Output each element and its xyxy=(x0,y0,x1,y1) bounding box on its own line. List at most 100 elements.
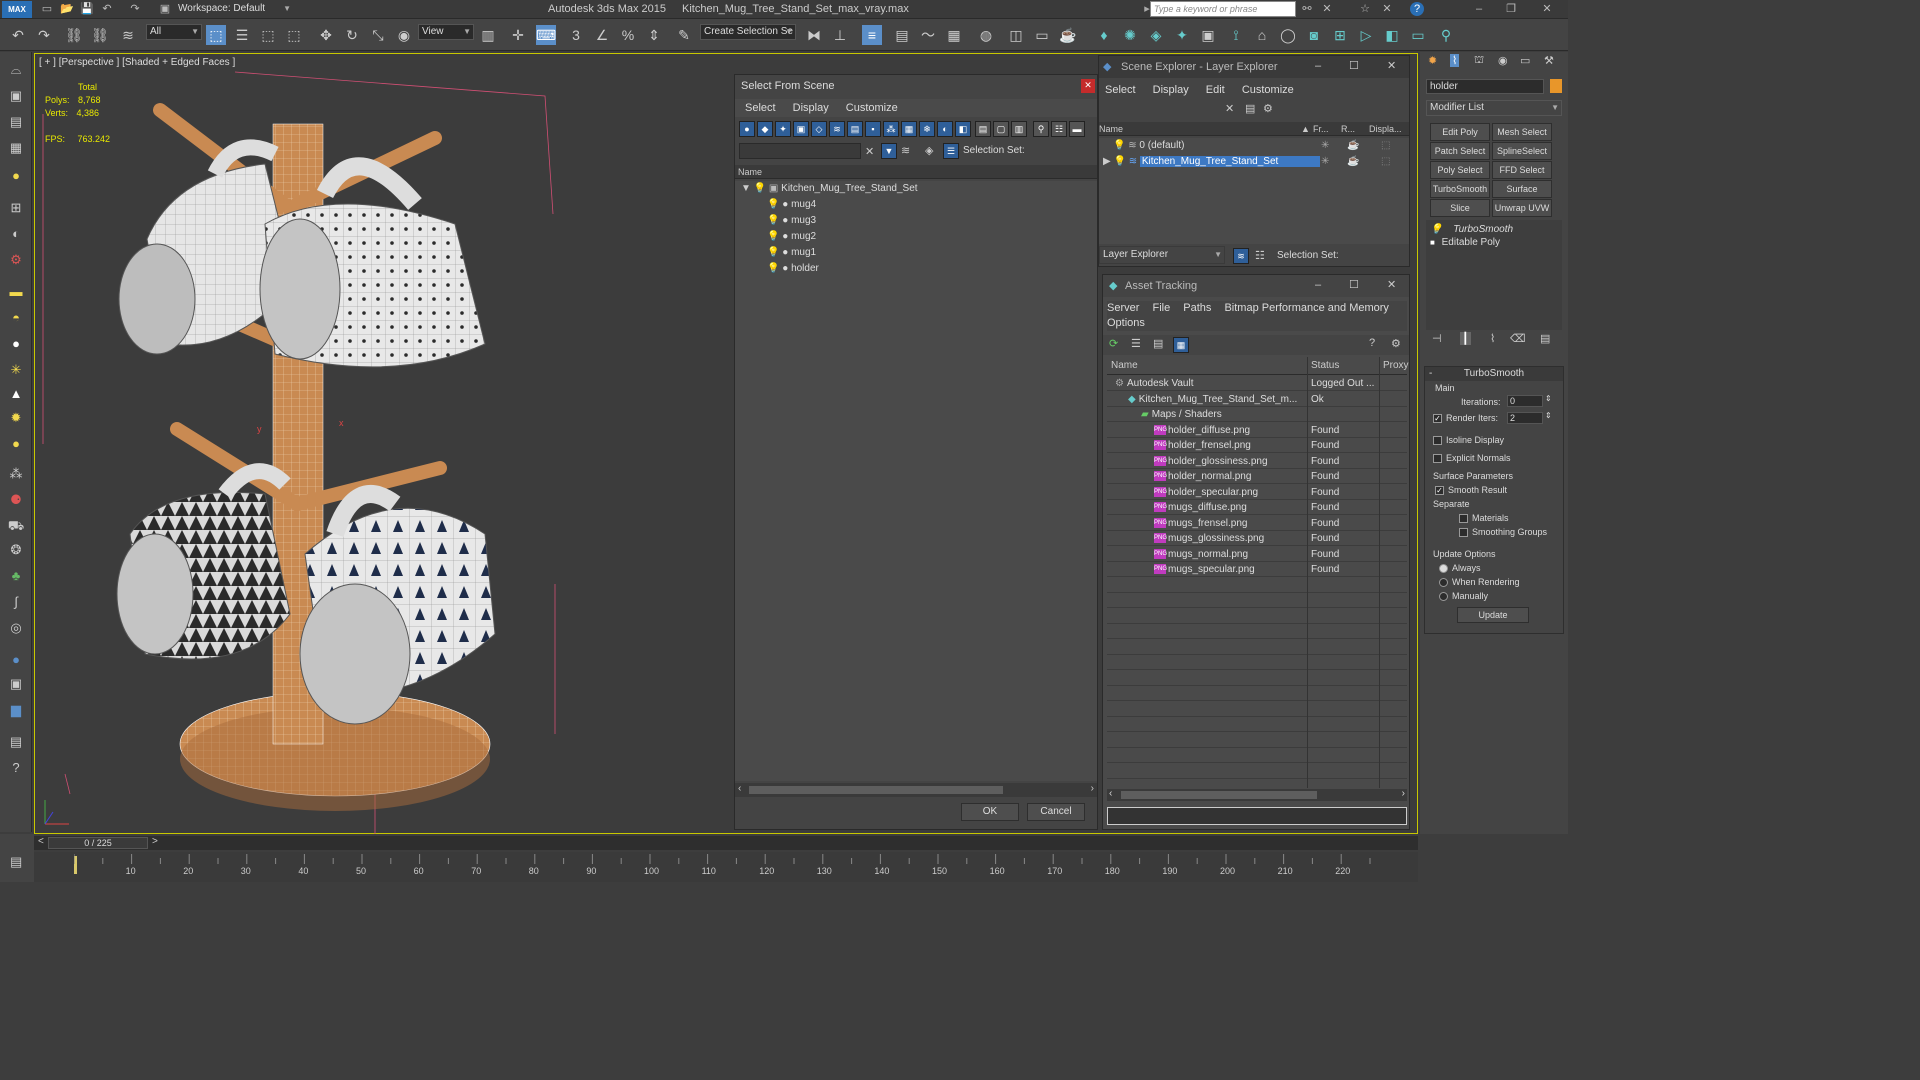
minimize-icon[interactable]: – xyxy=(1315,60,1321,72)
vray-toon-icon[interactable]: ▭ xyxy=(1408,25,1428,45)
col-name[interactable]: Name xyxy=(1099,122,1123,136)
select-all-icon[interactable]: ▤ xyxy=(975,121,991,137)
vray-sphere-icon[interactable]: ◯ xyxy=(1278,25,1298,45)
asset-row[interactable] xyxy=(1107,702,1407,717)
asset-row[interactable]: ◆ Kitchen_Mug_Tree_Stand_Set_m... Ok xyxy=(1107,392,1407,407)
asset-row[interactable] xyxy=(1107,640,1407,655)
asset-row[interactable] xyxy=(1107,764,1407,779)
iterations-spinner[interactable]: 0 xyxy=(1507,395,1543,407)
render-iters-checkbox[interactable]: ✓ Render Iters: xyxy=(1433,413,1498,424)
display-spacewarps-icon[interactable]: ≋ xyxy=(829,121,845,137)
move-icon[interactable]: ✥ xyxy=(316,25,336,45)
asset-row[interactable]: ▰ Maps / Shaders xyxy=(1107,407,1407,422)
menu-display[interactable]: Display xyxy=(793,102,829,114)
smoothing-groups-checkbox[interactable]: Smoothing Groups xyxy=(1459,527,1547,538)
minimize-icon[interactable]: – xyxy=(1472,2,1486,16)
when-rendering-radio[interactable]: When Rendering xyxy=(1439,577,1520,588)
edit-poly-button[interactable]: Edit Poly xyxy=(1430,123,1490,141)
asset-row[interactable] xyxy=(1107,593,1407,608)
find-options-icon[interactable]: ▼ xyxy=(881,143,897,159)
select-invert-icon[interactable]: ▥ xyxy=(1011,121,1027,137)
rotate-icon[interactable]: ↻ xyxy=(342,25,362,45)
light-icon[interactable]: ♦ xyxy=(1094,25,1114,45)
menu-display[interactable]: Display xyxy=(1153,84,1189,96)
time-prev-button[interactable]: < xyxy=(38,836,44,847)
render-elements-icon[interactable]: ▣ xyxy=(6,674,26,694)
light-bulb-icon[interactable]: ● xyxy=(6,166,26,186)
col-display[interactable]: Displa... xyxy=(1369,122,1402,136)
vray-light-icon[interactable]: ⚲ xyxy=(1436,25,1456,45)
render-teapot-icon[interactable]: ☕ xyxy=(1347,154,1359,170)
smooth-result-checkbox[interactable]: ✓ Smooth Result xyxy=(1435,485,1507,496)
sun-light-icon[interactable]: ✹ xyxy=(6,408,26,428)
col-asset-name[interactable]: Name xyxy=(1111,357,1138,375)
modifier-list-dropdown[interactable]: Modifier List ▼ xyxy=(1426,100,1562,116)
bind-space-warp-icon[interactable]: ≋ xyxy=(118,25,138,45)
unwrap-uvw-button[interactable]: Unwrap UVW xyxy=(1492,199,1552,217)
asset-row[interactable] xyxy=(1107,686,1407,701)
create-geometry-icon[interactable]: ⌓ xyxy=(6,60,26,80)
add-to-layer-icon[interactable]: ⚙ xyxy=(1263,102,1273,115)
horizontal-scrollbar[interactable]: ‹ › xyxy=(735,783,1097,797)
render-icon[interactable]: ☕ xyxy=(1058,25,1078,45)
maximize-icon[interactable]: ☐ xyxy=(1349,278,1359,291)
expand-arrow-icon[interactable]: ▶ xyxy=(1103,156,1111,167)
vray-fur-icon[interactable]: ⌂ xyxy=(1252,25,1272,45)
percent-snap-icon[interactable]: % xyxy=(618,25,638,45)
slice-button[interactable]: Slice xyxy=(1430,199,1490,217)
reference-coordinate-dropdown[interactable]: View ▼ xyxy=(418,24,474,40)
plant-icon[interactable]: ♣ xyxy=(6,566,26,586)
close-button[interactable]: ✕ xyxy=(1081,79,1095,93)
track-bar[interactable]: 10 20 30 40 50 60 70 80 90 100 110 120 130 140 150 160 1… xyxy=(34,852,1418,882)
asset-row[interactable]: PNGmugs_diffuse.png Found xyxy=(1107,500,1407,515)
asset-row[interactable]: PNGholder_diffuse.png Found xyxy=(1107,423,1407,438)
create-tab-icon[interactable]: ✹ xyxy=(1428,54,1437,67)
vray-displacement-icon[interactable]: ▷ xyxy=(1356,25,1376,45)
table-view-icon[interactable]: ▦ xyxy=(1173,337,1189,353)
helper-icon[interactable]: ◐ xyxy=(6,224,26,244)
freeze-icon[interactable]: ✳ xyxy=(1321,154,1329,170)
layers-stack-icon[interactable]: ◈ xyxy=(925,144,933,157)
vray-proxy-icon[interactable]: ⟟ xyxy=(1226,25,1246,45)
project-icon[interactable]: ▣ xyxy=(158,2,172,16)
undo-icon[interactable]: ↶ xyxy=(8,25,28,45)
turbosmooth-button[interactable]: TurboSmooth xyxy=(1430,180,1490,198)
asset-row[interactable]: PNGmugs_frensel.png Found xyxy=(1107,516,1407,531)
always-radio[interactable]: Always xyxy=(1439,563,1481,574)
help-icon[interactable]: ? xyxy=(1410,2,1424,16)
scene-explorer-find-field[interactable] xyxy=(1101,102,1221,116)
materials-checkbox[interactable]: Materials xyxy=(1459,513,1509,524)
asset-row[interactable]: PNGholder_frensel.png Found xyxy=(1107,438,1407,453)
freeze-icon[interactable]: ✳ xyxy=(1321,138,1329,154)
col-render[interactable]: R... xyxy=(1341,122,1355,136)
curve-editor-icon[interactable]: 〜 xyxy=(918,25,938,45)
info-icon[interactable]: ? xyxy=(6,758,26,778)
align-icon[interactable]: ⊥ xyxy=(830,25,850,45)
asset-row[interactable] xyxy=(1107,578,1407,593)
utilities-tab-icon[interactable]: ⚒ xyxy=(1544,54,1554,67)
material-editor-icon[interactable]: ◍ xyxy=(976,25,996,45)
object-color-swatch[interactable] xyxy=(1550,79,1562,93)
light-bulb-icon[interactable]: 💡 xyxy=(1113,154,1125,170)
particles-icon[interactable]: ⁂ xyxy=(6,464,26,484)
scene-render[interactable] xyxy=(35,54,735,834)
surface-select-button[interactable]: Surface Select xyxy=(1492,180,1552,210)
light-bulb-icon[interactable]: 💡 xyxy=(767,229,779,245)
asset-row[interactable]: PNGholder_glossiness.png Found xyxy=(1107,454,1407,469)
display-bones-icon[interactable]: ⁂ xyxy=(883,121,899,137)
expand-arrow-icon[interactable]: ▼ xyxy=(741,183,751,194)
asset-horizontal-scrollbar[interactable]: ‹ › xyxy=(1107,788,1407,801)
pin-stack-icon[interactable]: ⊣ xyxy=(1432,332,1442,345)
tree-row-mug2[interactable]: 💡 ● mug2 xyxy=(735,229,1097,245)
asset-row[interactable]: PNGmugs_specular.png Found xyxy=(1107,562,1407,577)
layer-manager-icon[interactable]: ≡ xyxy=(862,25,882,45)
selection-filter-dropdown[interactable]: All ▼ xyxy=(146,24,202,40)
angle-snap-icon[interactable]: ∠ xyxy=(592,25,612,45)
display-geometry-icon[interactable]: ● xyxy=(739,121,755,137)
menu-server[interactable]: Server xyxy=(1107,302,1139,314)
binoculars-icon[interactable]: ⚯ xyxy=(1300,2,1314,16)
display-containers-icon[interactable]: ▦ xyxy=(901,121,917,137)
rollout-header[interactable]: - TurboSmooth xyxy=(1425,367,1563,381)
spline-select-button[interactable]: SplineSelect xyxy=(1492,142,1552,160)
light-bulb-icon[interactable]: 💡 xyxy=(767,197,779,213)
